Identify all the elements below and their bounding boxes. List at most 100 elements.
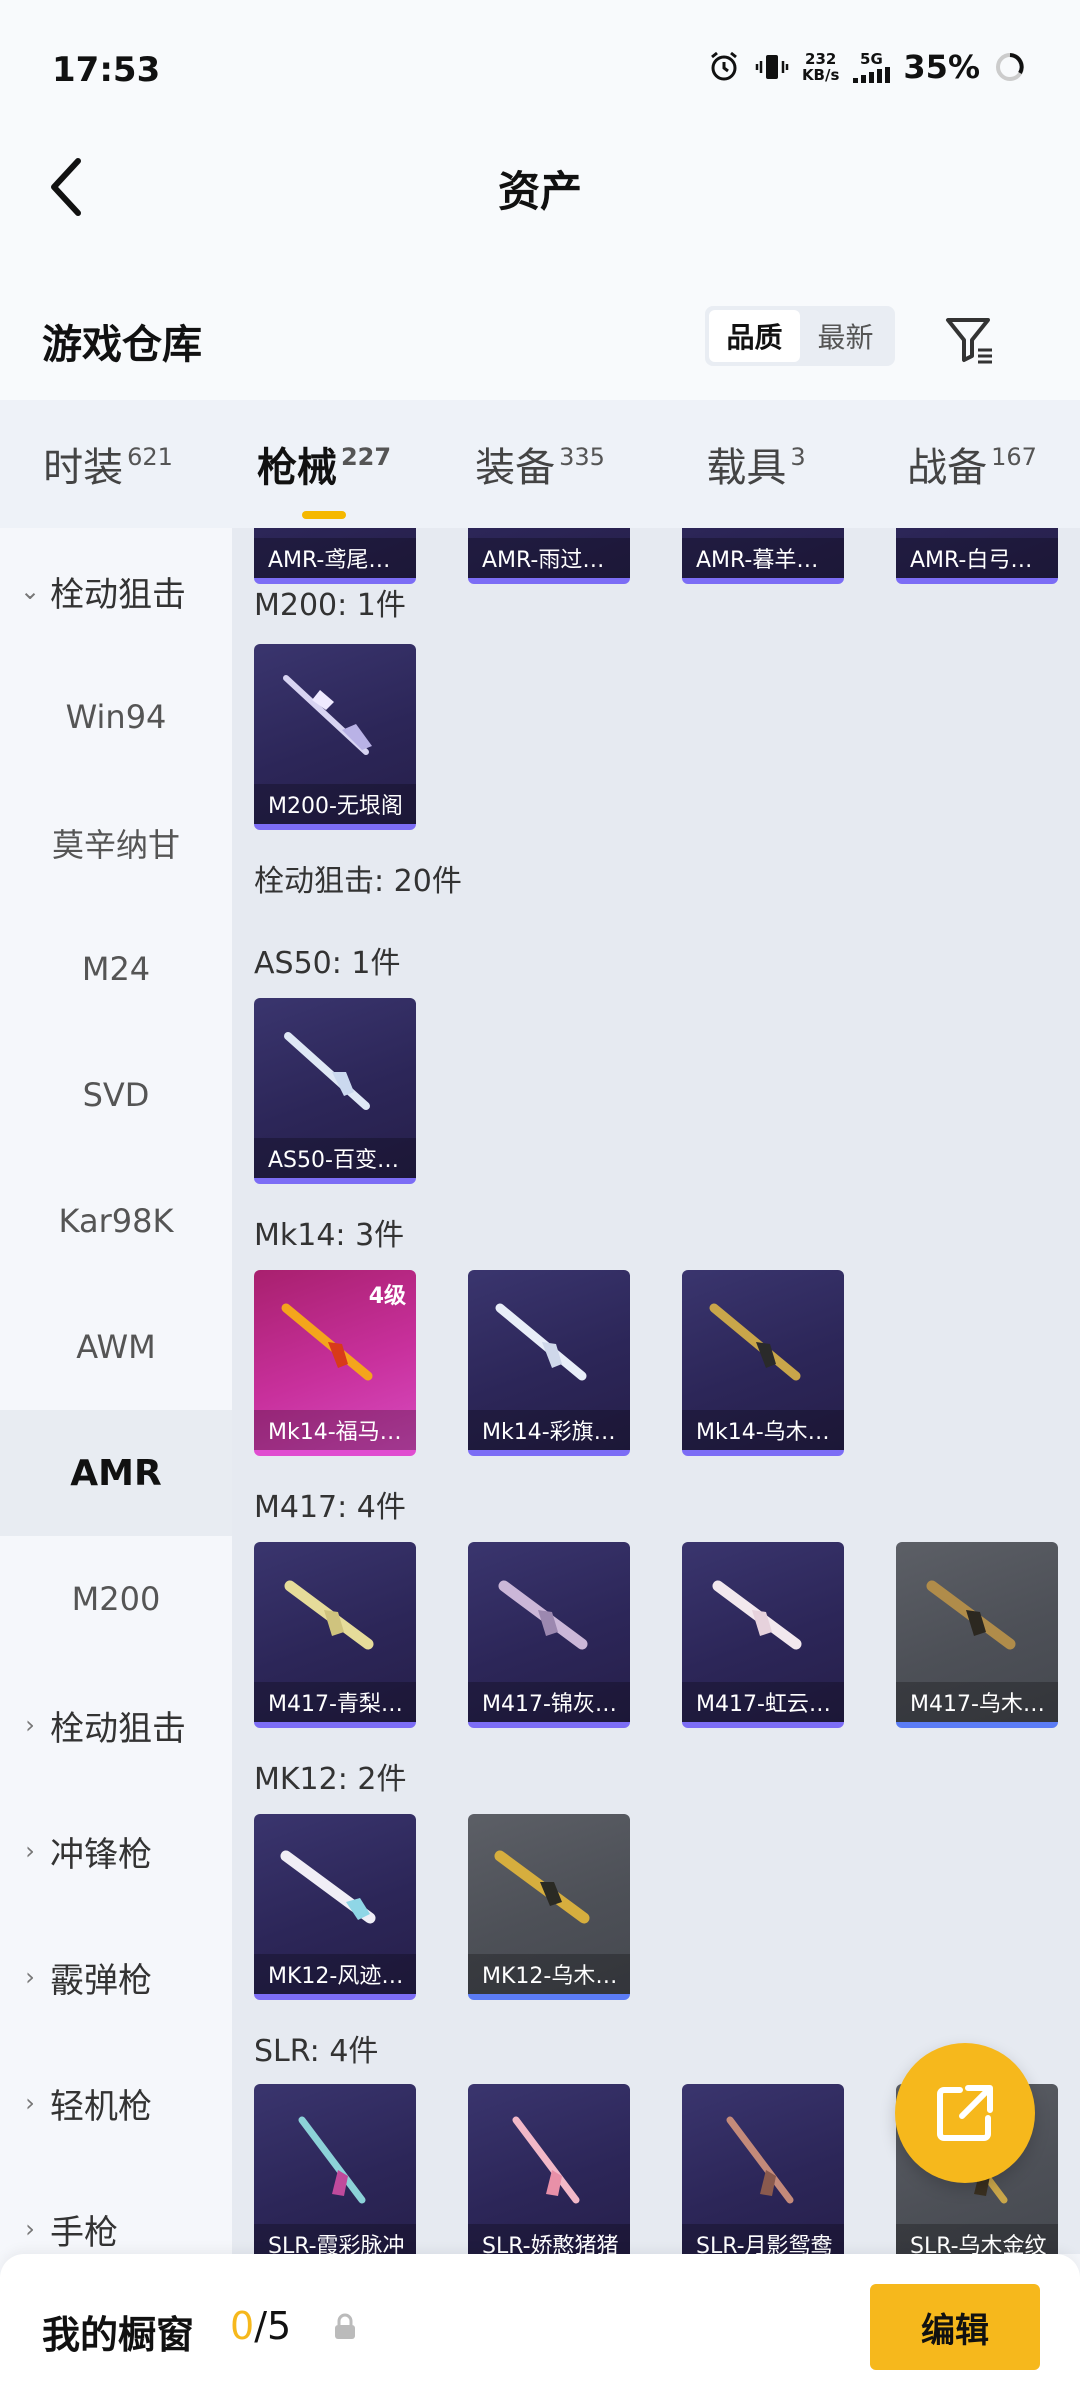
item-card[interactable]: M417-乌木…: [896, 1542, 1058, 1728]
vibrate-icon: [754, 49, 790, 85]
item-label: MK12-风迹…: [254, 1954, 416, 1994]
section-title: SLR: 4件: [254, 2034, 379, 2069]
rifle-icon: [280, 1850, 376, 1924]
share-external-icon: [937, 2085, 993, 2141]
item-card[interactable]: AMR-雨过…: [468, 528, 630, 584]
sidenav-group-pistol[interactable]: › 手枪: [0, 2166, 232, 2254]
sidenav-group-bolt-sniper[interactable]: ⌄ 栓动狙击: [0, 528, 232, 654]
tab-guns[interactable]: 枪械 227: [216, 435, 432, 493]
section-title: Mk14: 3件: [254, 1218, 405, 1253]
edit-button[interactable]: 编辑: [870, 2284, 1040, 2370]
alarm-icon: [706, 49, 742, 85]
sidenav-item-svd[interactable]: SVD: [0, 1032, 232, 1158]
item-card[interactable]: M200-无垠阁: [254, 644, 416, 830]
status-time: 17:53: [52, 50, 161, 90]
rifle-icon: [298, 2116, 366, 2204]
rifle-icon: [494, 1850, 590, 1924]
warehouse-bar: 游戏仓库 品质 最新: [0, 270, 1080, 400]
sidenav-item-m200[interactable]: M200: [0, 1536, 232, 1662]
tab-label: 载具: [706, 445, 787, 491]
sniper-rifle-icon: [283, 675, 372, 755]
rifle-icon: [284, 1580, 374, 1650]
sidenav-item-win94[interactable]: Win94: [0, 654, 232, 780]
sidenav-label: 轻机枪: [50, 2086, 152, 2127]
sort-by-quality[interactable]: 品质: [709, 310, 800, 362]
item-grid: AMR-鸢尾… AMR-雨过… AMR-暮羊… AMR-白弓… M200: 1件…: [232, 528, 1080, 2254]
item-label: AMR-暮羊…: [682, 538, 844, 578]
chevron-down-icon: ⌄: [19, 577, 41, 605]
item-card[interactable]: AMR-鸢尾…: [254, 528, 416, 584]
item-card[interactable]: AMR-暮羊…: [682, 528, 844, 584]
rifle-icon: [712, 1580, 802, 1650]
item-label: AMR-雨过…: [468, 538, 630, 578]
item-label: M417-青梨…: [254, 1682, 416, 1722]
section-title: M200: 1件: [254, 588, 406, 623]
sidenav-group-smg[interactable]: › 冲锋枪: [0, 1788, 232, 1914]
item-label: M200-无垠阁: [254, 784, 416, 824]
rifle-icon: [498, 1580, 588, 1650]
item-card[interactable]: Mk14-乌木…: [682, 1270, 844, 1456]
item-card[interactable]: SLR-霞彩脉冲: [254, 2084, 416, 2254]
tab-label: 战备: [907, 445, 988, 491]
tab-count: 227: [340, 443, 392, 471]
rifle-icon: [926, 1580, 1016, 1650]
warehouse-title: 游戏仓库: [42, 322, 202, 368]
sidenav-label: 栓动狙击: [50, 1708, 186, 1749]
rifle-icon: [726, 2116, 794, 2204]
item-card[interactable]: M417-锦灰…: [468, 1542, 630, 1728]
item-card[interactable]: M417-虹云…: [682, 1542, 844, 1728]
item-card[interactable]: MK12-乌木…: [468, 1814, 630, 2000]
section-title: AS50: 1件: [254, 946, 401, 981]
item-card[interactable]: M417-青梨…: [254, 1542, 416, 1728]
item-card[interactable]: SLR-娇憨猪猪: [468, 2084, 630, 2254]
item-label: AMR-白弓…: [896, 538, 1058, 578]
sidenav-item-mosin[interactable]: 莫辛纳甘: [0, 780, 232, 906]
network-speed: 232 KB/s: [802, 51, 839, 83]
network-speed-value: 232: [805, 50, 837, 68]
showcase-count: 0/5: [230, 2304, 291, 2348]
chevron-right-icon: ›: [25, 1711, 35, 1739]
section-title: 栓动狙击: 20件: [254, 864, 462, 899]
item-card[interactable]: AMR-白弓…: [896, 528, 1058, 584]
item-card[interactable]: SLR-月影鸳鸯: [682, 2084, 844, 2254]
tab-equipment[interactable]: 装备 335: [432, 435, 648, 493]
tab-count: 3: [790, 443, 806, 471]
item-card[interactable]: MK12-风迹…: [254, 1814, 416, 2000]
tab-label: 时装: [43, 445, 124, 491]
sidenav-item-kar98k[interactable]: Kar98K: [0, 1158, 232, 1284]
item-card[interactable]: 4级 Mk14-福马…: [254, 1270, 416, 1456]
chevron-right-icon: ›: [25, 1837, 35, 1865]
sidenav-label: 霰弹枪: [50, 1960, 152, 2001]
weapon-type-sidenav: ⌄ 栓动狙击 Win94 莫辛纳甘 M24 SVD Kar98K AWM AMR …: [0, 528, 232, 2254]
tab-battle-gear[interactable]: 战备 167: [864, 435, 1080, 493]
item-label: M417-乌木…: [896, 1682, 1058, 1722]
share-fab-button[interactable]: [895, 2043, 1035, 2183]
item-card[interactable]: AS50-百变…: [254, 998, 416, 1184]
tab-vehicles[interactable]: 载具 3: [648, 435, 864, 493]
item-label: AMR-鸢尾…: [254, 538, 416, 578]
sidenav-group-bolt-sniper-2[interactable]: › 栓动狙击: [0, 1662, 232, 1788]
item-label: MK12-乌木…: [468, 1954, 630, 1994]
tab-fashion[interactable]: 时装 621: [0, 435, 216, 493]
sidenav-item-m24[interactable]: M24: [0, 906, 232, 1032]
rifle-icon: [709, 1303, 801, 1381]
chevron-right-icon: ›: [25, 2089, 35, 2117]
sidenav-label: 栓动狙击: [50, 574, 186, 615]
item-card[interactable]: Mk14-彩旗…: [468, 1270, 630, 1456]
signal-bars-icon: [853, 67, 891, 83]
sidenav-item-awm[interactable]: AWM: [0, 1284, 232, 1410]
item-label: SLR-霞彩脉冲: [254, 2224, 416, 2254]
item-label: AS50-百变…: [254, 1138, 416, 1178]
sidenav-label: 手枪: [50, 2212, 118, 2253]
section-title: M417: 4件: [254, 1490, 406, 1525]
chevron-right-icon: ›: [25, 1963, 35, 1991]
sort-by-newest[interactable]: 最新: [800, 310, 891, 362]
item-label: M417-锦灰…: [468, 1682, 630, 1722]
filter-button[interactable]: [940, 310, 1000, 370]
sidenav-group-shotgun[interactable]: › 霰弹枪: [0, 1914, 232, 2040]
sidenav-item-amr[interactable]: AMR: [0, 1410, 232, 1536]
item-label: SLR-乌木金纹: [896, 2224, 1058, 2254]
status-icons: 232 KB/s 5G 35%: [706, 48, 1028, 86]
sidenav-group-lmg[interactable]: › 轻机枪: [0, 2040, 232, 2166]
rifle-icon: [512, 2116, 580, 2204]
